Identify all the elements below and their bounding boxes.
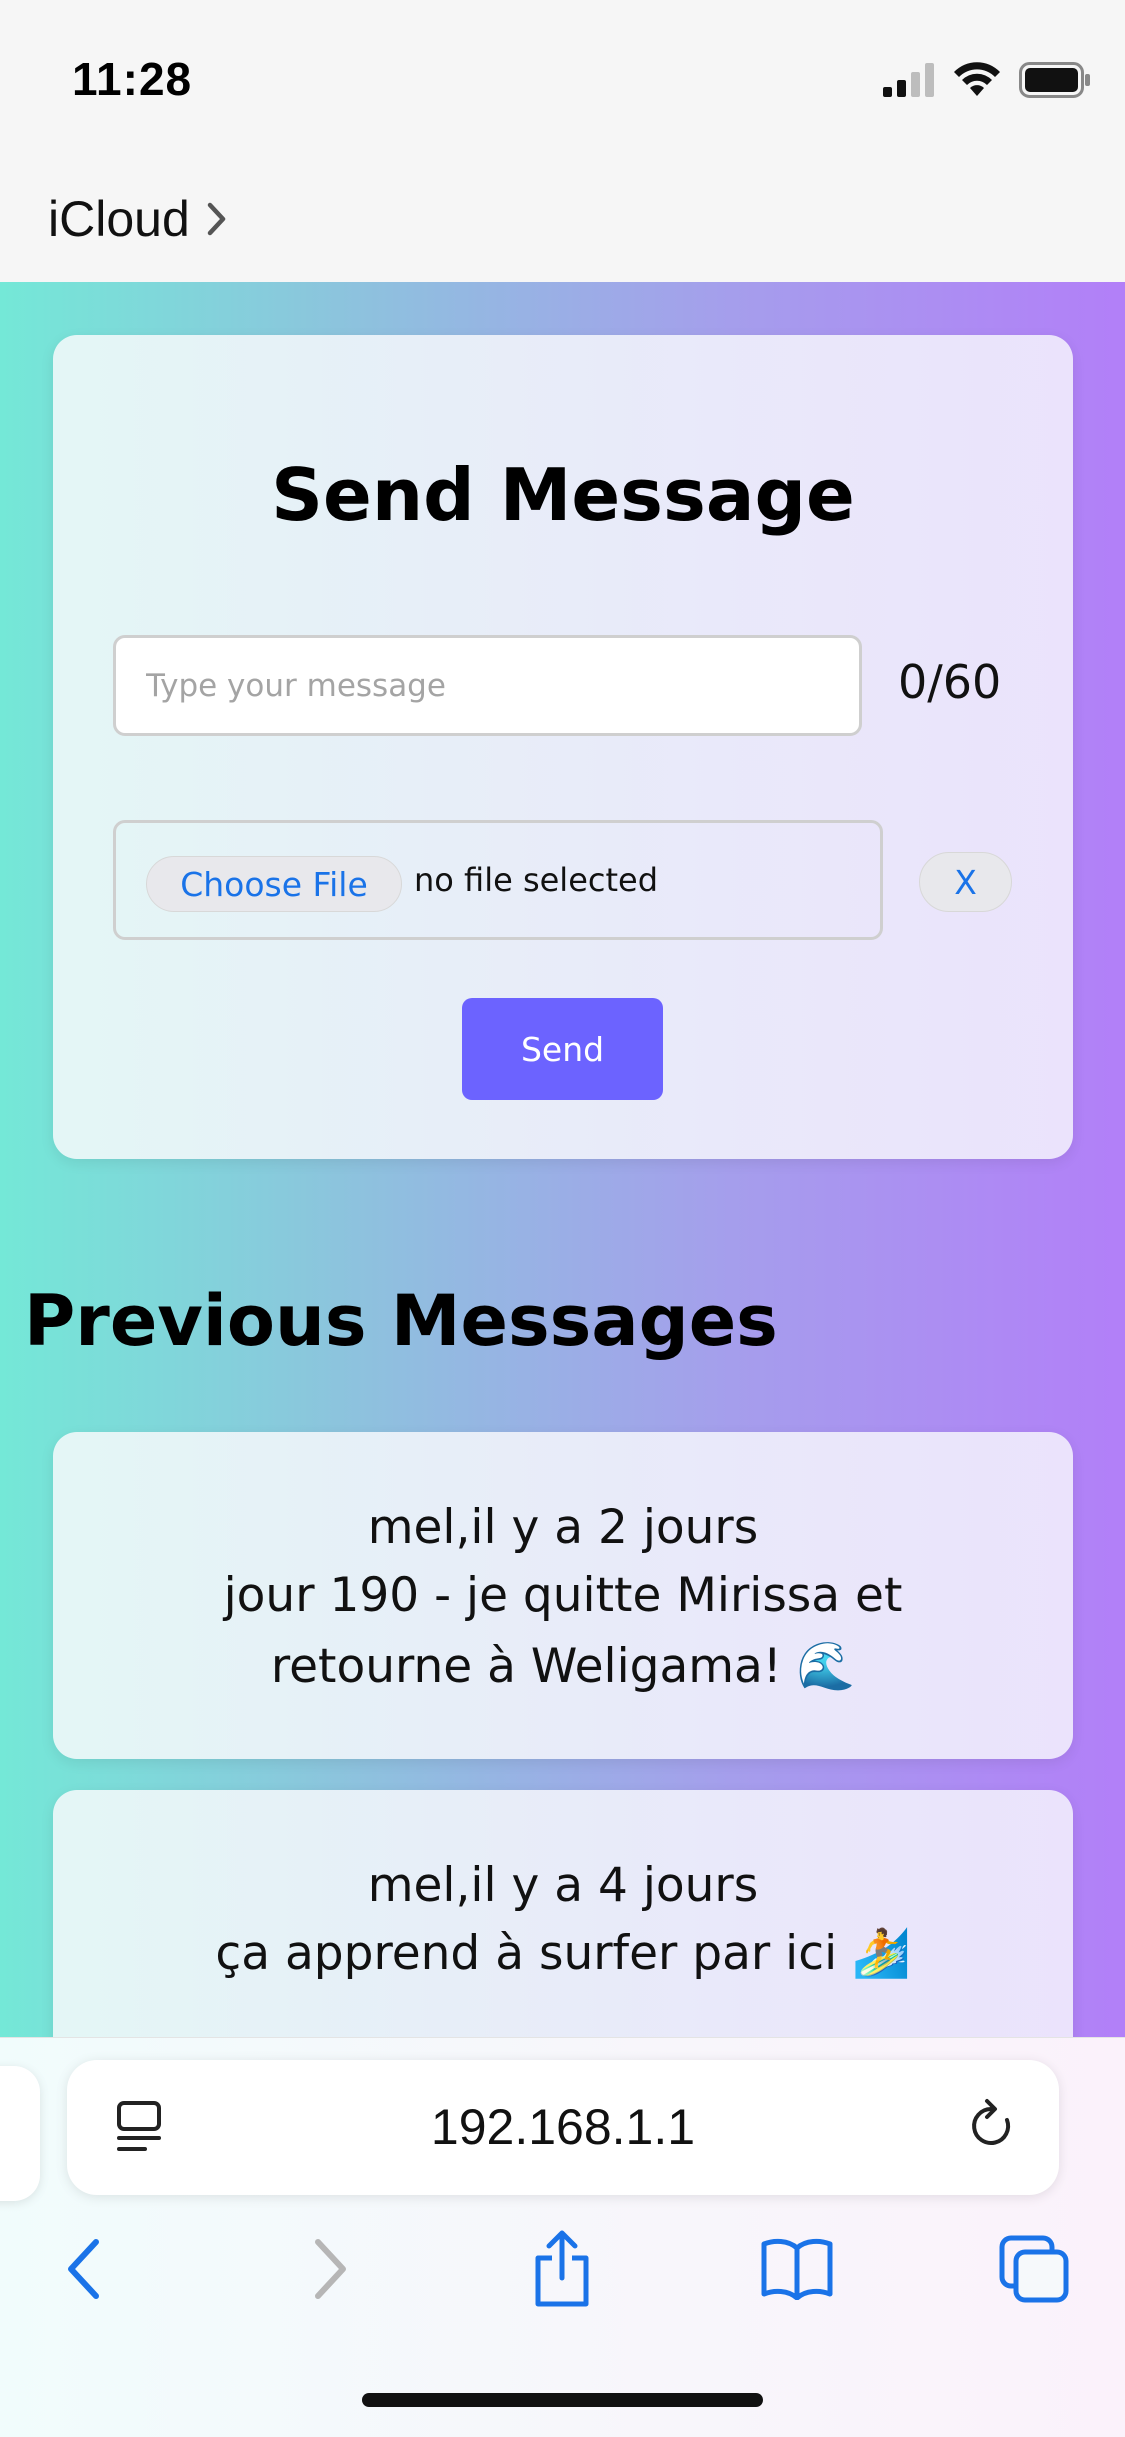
url-text: 192.168.1.1 [430,2099,696,2155]
address-bar[interactable]: 192.168.1.1 [67,2060,1059,2195]
signal-icon [883,63,934,97]
previous-tab-preview[interactable] [0,2066,40,2201]
status-bar: 11:28 [0,0,1125,160]
send-message-card: Send Message 0/60 Choose File no file se… [53,335,1073,1159]
message-meta: mel,il y a 2 jours [367,1500,759,1555]
share-icon[interactable] [532,2228,592,2308]
previous-messages-title: Previous Messages [24,1280,778,1362]
back-icon[interactable] [62,2236,106,2302]
message-text: ça apprend à surfer par ici 🏄 [215,1926,911,1981]
message-text: jour 190 - je quitte Mirissa et retourne… [223,1568,903,1694]
battery-icon [1019,62,1090,98]
wifi-icon [954,62,1000,96]
file-picker: Choose File no file selected [113,820,883,940]
status-icons [883,62,1091,98]
page-content: Send Message 0/60 Choose File no file se… [0,282,1125,2037]
clear-file-button[interactable]: X [919,852,1012,912]
forward-icon[interactable] [308,2236,352,2302]
tabs-icon[interactable] [998,2234,1070,2304]
bookmarks-icon[interactable] [760,2236,834,2300]
app-nav-bar: iCloud [0,160,1125,282]
message-input[interactable] [113,635,862,736]
back-app-label: iCloud [48,191,190,247]
send-button[interactable]: Send [462,998,663,1100]
choose-file-button[interactable]: Choose File [146,856,402,912]
browser-toolbar: 192.168.1.1 [0,2037,1125,2437]
chevron-right-icon [207,202,225,236]
message-meta: mel,il y a 4 jours [367,1858,759,1913]
file-status-text: no file selected [414,861,659,899]
status-time: 11:28 [72,53,193,105]
reload-icon[interactable] [967,2098,1019,2154]
message-card: mel,il y a 2 jours jour 190 - je quitte … [53,1432,1073,1759]
char-counter: 0/60 [898,655,1002,709]
home-indicator [362,2393,763,2407]
message-card: mel,il y a 4 jours ça apprend à surfer p… [53,1790,1073,2037]
back-to-app-link[interactable]: iCloud [48,190,228,248]
send-message-title: Send Message [271,453,855,537]
